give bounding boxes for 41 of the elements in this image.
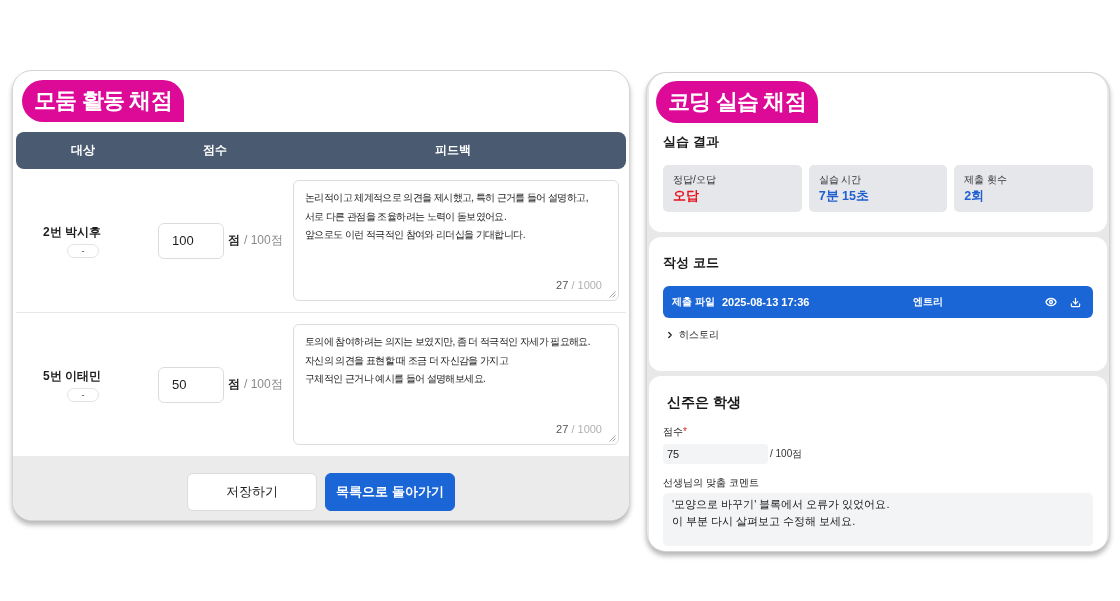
stat-label: 실습 시간 (818, 173, 862, 186)
submitted-date: 2025-08-13 17:36 (722, 296, 810, 308)
section-title: 작성 코드 (663, 254, 719, 272)
eye-icon (1045, 296, 1057, 308)
comment-label: 선생님의 맞춤 코멘트 (663, 476, 759, 490)
char-counter: 27 / 1000 (556, 279, 602, 291)
view-button[interactable] (1045, 296, 1057, 308)
resize-grip-icon[interactable] (609, 435, 616, 442)
stat-value: 2회 (964, 188, 985, 204)
score-unit: 점 (228, 376, 240, 393)
score-label: 점수* (663, 425, 687, 439)
score-input[interactable]: 50 (158, 366, 224, 403)
section-title: 실습 결과 (663, 133, 719, 151)
history-toggle[interactable]: 히스토리 (663, 328, 719, 342)
title-badge: 모둠 활동 채점 (22, 80, 184, 122)
column-header: 피드백 (435, 142, 471, 159)
download-button[interactable] (1070, 296, 1081, 308)
stat-value: 7분 15초 (818, 188, 869, 204)
score-max: / 100점 (244, 376, 283, 393)
resize-grip-icon[interactable] (609, 291, 616, 298)
score-max: / 100점 (244, 232, 283, 249)
file-label: 제출 파일 (672, 295, 715, 309)
score-input[interactable]: 100 (158, 222, 224, 259)
comment-field[interactable]: '모양으로 바꾸기' 블록에서 오류가 있었어요. 이 부분 다시 살펴보고 수정해 보세요. (663, 493, 1093, 546)
download-icon (1070, 296, 1081, 308)
stat-label: 제출 횟수 (964, 173, 1008, 186)
column-header: 점수 (203, 142, 227, 159)
stat-label: 정답/오답 (673, 173, 716, 186)
back-to-list-button[interactable]: 목록으로 돌아가기 (325, 473, 455, 511)
score-max: / 100점 (770, 447, 803, 461)
save-button[interactable]: 저장하기 (187, 473, 317, 511)
char-counter: 27 / 1000 (556, 423, 602, 435)
stat-value: 오답 (673, 188, 699, 204)
section-title: 신주은 학생 (667, 393, 741, 411)
student-name: 2번 박시후 (43, 223, 101, 241)
score-unit: 점 (228, 232, 240, 249)
title-badge: 코딩 실습 채점 (656, 81, 818, 123)
student-name: 5번 이태민 (43, 367, 101, 385)
score-input[interactable]: 75 (663, 444, 768, 464)
column-header: 대상 (71, 142, 95, 159)
tool-name: 엔트리 (913, 295, 943, 309)
